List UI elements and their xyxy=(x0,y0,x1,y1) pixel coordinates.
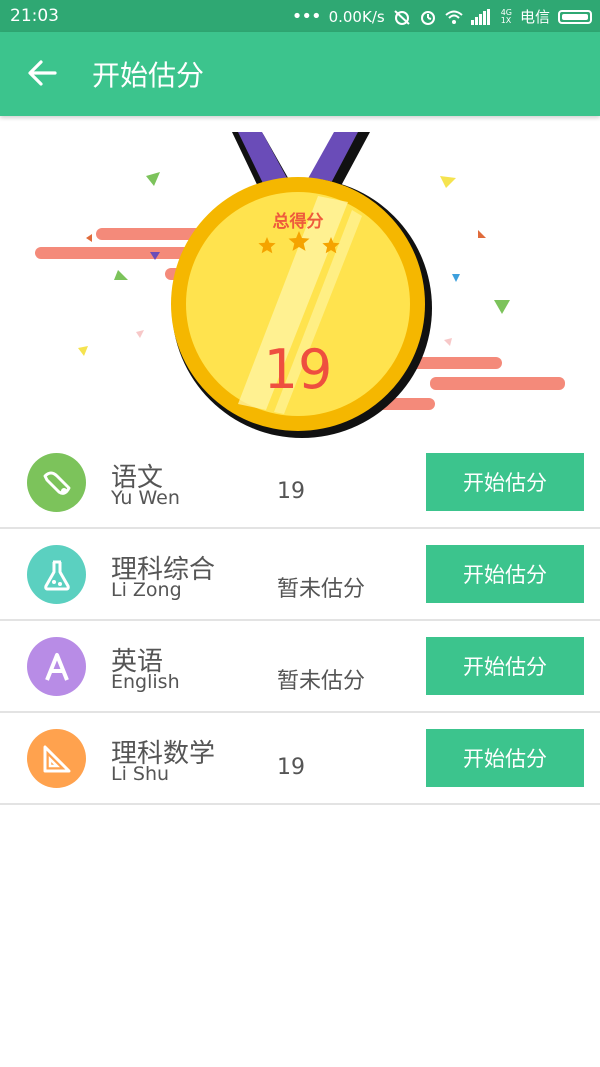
subject-name-en: Yu Wen xyxy=(111,487,180,509)
subject-score: 暂未估分 xyxy=(277,577,366,602)
subject-row-english: 英语 English 暂未估分 开始估分 xyxy=(0,621,600,713)
confetti-triangle xyxy=(444,338,452,346)
alarm-clock-icon xyxy=(420,10,435,25)
start-estimate-button[interactable]: 开始估分 xyxy=(426,729,584,787)
medal-score: 19 xyxy=(263,338,333,401)
battery-icon xyxy=(558,9,592,24)
subject-name-en: Li Zong xyxy=(111,579,182,601)
swoosh-stripe-right-2 xyxy=(430,377,565,390)
confetti-triangle xyxy=(114,270,128,280)
status-right-group: ••• 0.00K/s 4G 1X 电信 xyxy=(292,6,592,27)
confetti-triangle xyxy=(440,176,456,188)
app-bar: 开始估分 xyxy=(0,32,600,116)
start-estimate-button[interactable]: 开始估分 xyxy=(426,637,584,695)
set-square-icon xyxy=(27,729,86,788)
score-medal-hero: 总得分 19 xyxy=(0,120,600,440)
subject-score: 暂未估分 xyxy=(277,669,366,694)
wifi-icon xyxy=(445,10,463,24)
start-estimate-button[interactable]: 开始估分 xyxy=(426,453,584,511)
subject-row-yuwen: 语文 Yu Wen 19 开始估分 xyxy=(0,437,600,529)
signal-icon xyxy=(470,8,490,25)
letter-a-icon xyxy=(27,637,86,696)
confetti-triangle xyxy=(86,234,92,242)
confetti-triangle xyxy=(478,230,486,238)
status-bar: 21:03 ••• 0.00K/s 4G 1X 电信 xyxy=(0,0,600,32)
subject-score: 19 xyxy=(277,755,305,780)
confetti-triangle xyxy=(452,274,460,282)
alarm-off-icon xyxy=(394,9,410,25)
subject-row-lizong: 理科综合 Li Zong 暂未估分 开始估分 xyxy=(0,529,600,621)
confetti-triangle xyxy=(146,172,160,186)
medal-label: 总得分 xyxy=(272,212,324,232)
flask-icon xyxy=(27,545,86,604)
subject-row-lishu: 理科数学 Li Shu 19 开始估分 xyxy=(0,713,600,805)
confetti-triangle xyxy=(494,300,510,314)
start-estimate-button[interactable]: 开始估分 xyxy=(426,545,584,603)
confetti-triangle xyxy=(136,330,144,338)
page-title: 开始估分 xyxy=(92,59,205,92)
subject-list: 语文 Yu Wen 19 开始估分 理科综合 Li Zong 暂未估分 开始估分… xyxy=(0,437,600,805)
carrier-label: 电信 xyxy=(519,8,550,26)
more-dots-icon: ••• xyxy=(291,6,322,27)
status-time: 21:03 xyxy=(10,6,59,26)
arrow-left-icon[interactable] xyxy=(26,56,60,90)
subject-name-en: English xyxy=(111,671,180,693)
confetti-triangle xyxy=(78,346,88,356)
subject-score: 19 xyxy=(277,479,305,504)
scroll-icon xyxy=(27,453,86,512)
network-type: 4G 1X xyxy=(500,7,512,25)
network-speed: 0.00K/s xyxy=(328,7,385,26)
subject-name-en: Li Shu xyxy=(111,763,170,785)
